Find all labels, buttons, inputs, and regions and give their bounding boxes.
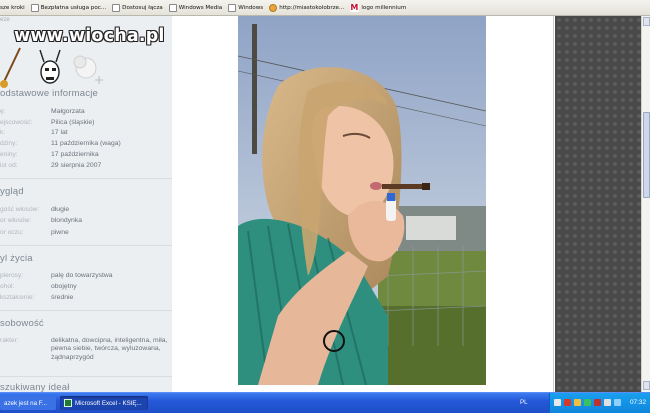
- link-kroki[interactable]: sze kroki: [0, 5, 25, 11]
- row-value: średnie: [51, 294, 74, 301]
- row-value-traits: delikatna, dowcipna, inteligentna, miła,…: [51, 337, 168, 361]
- row-label: kształcenie:: [0, 294, 35, 301]
- row-value: Małgorzata: [51, 108, 85, 115]
- vertical-scrollbar[interactable]: [641, 16, 650, 392]
- row-label: ę:: [0, 108, 6, 115]
- scroll-thumb[interactable]: [643, 112, 650, 198]
- update-icon[interactable]: [584, 399, 591, 406]
- windows-taskbar: azek jest na F... Microsoft Excel - KSIĘ…: [0, 392, 650, 413]
- profile-sidebar: eze + www.wiocha.pl odstawowe informacje…: [0, 16, 172, 392]
- link-windows-media[interactable]: Windows Media: [168, 3, 222, 12]
- taskbar-button-excel[interactable]: Microsoft Excel - KSIĘ...: [60, 396, 148, 410]
- row-label: or włosów:: [0, 217, 32, 224]
- section-title-personality: sobowość: [0, 318, 44, 329]
- language-indicator[interactable]: PL: [520, 399, 528, 406]
- links-toolbar: sze kroki Bezpłatna usługa poc... Dostos…: [0, 0, 650, 16]
- network-icon[interactable]: [554, 399, 561, 406]
- messenger-icon[interactable]: [574, 399, 581, 406]
- sidebar-tab[interactable]: eze: [0, 17, 10, 23]
- link-uslugi[interactable]: Bezpłatna usługa poc...: [30, 3, 106, 12]
- row-value: długie: [51, 206, 70, 213]
- row-label: or oczu:: [0, 229, 24, 236]
- row-label: ist od:: [0, 162, 18, 169]
- volume-icon[interactable]: [604, 399, 611, 406]
- profile-photo[interactable]: [238, 16, 486, 385]
- divider: [0, 376, 172, 377]
- divider: [0, 245, 172, 246]
- page-icon: [228, 3, 237, 12]
- divider: [0, 178, 172, 179]
- taskbar-button-browser[interactable]: azek jest na F...: [0, 396, 56, 410]
- row-label: gość włosów:: [0, 206, 40, 213]
- millennium-m-icon: M: [350, 2, 360, 12]
- row-value: 17 lat: [51, 129, 68, 136]
- row-label: ejscowość:: [0, 119, 33, 126]
- system-tray: 07:32: [549, 393, 650, 413]
- section-title-looks: ygląd: [0, 186, 24, 197]
- row-value: piwne: [51, 229, 69, 236]
- section-title-lifestyle: yl życia: [0, 253, 33, 264]
- section-title-basic: odstawowe informacje: [0, 88, 98, 99]
- link-millennium[interactable]: Mlogo millennium: [350, 2, 406, 12]
- display-icon[interactable]: [614, 399, 621, 406]
- divider: [0, 310, 172, 311]
- scroll-up-arrow-icon[interactable]: [643, 17, 650, 26]
- row-label: k:: [0, 129, 6, 136]
- row-value: Pilica (śląskie): [51, 119, 95, 126]
- clock[interactable]: 07:32: [630, 399, 646, 406]
- antivirus-icon[interactable]: [594, 399, 601, 406]
- row-value: 11 października (waga): [51, 140, 121, 147]
- row-label: rakter:: [0, 337, 19, 344]
- link-dostosuj[interactable]: Dostosuj łącza: [112, 3, 163, 12]
- row-value: 29 sierpnia 2007: [51, 162, 102, 169]
- row-value: obojętny: [51, 283, 77, 290]
- page-background-pattern: [555, 16, 641, 392]
- row-label: eniny:: [0, 151, 18, 158]
- watermark-logo: www.wiocha.pl: [14, 26, 165, 46]
- page-icon: [30, 3, 39, 12]
- row-value: blondynka: [51, 217, 82, 224]
- link-windows[interactable]: Windows: [228, 3, 263, 12]
- link-miastokolobrzeg[interactable]: http://miastokolobrze...: [269, 3, 344, 12]
- page-icon: [112, 3, 121, 12]
- scroll-down-arrow-icon[interactable]: [643, 381, 650, 390]
- excel-icon: [64, 399, 72, 407]
- page-icon: [168, 3, 177, 12]
- section-title-ideal: szukiwany ideał: [0, 382, 70, 392]
- row-label: dziny:: [0, 140, 18, 147]
- row-value: 17 października: [51, 151, 99, 158]
- row-label: ohol:: [0, 283, 15, 290]
- row-label: pierosy:: [0, 272, 24, 279]
- globe-icon: [269, 3, 278, 12]
- security-icon[interactable]: [564, 399, 571, 406]
- svg-text:+: +: [94, 73, 104, 87]
- row-value: palę do towarzystwa: [51, 272, 113, 279]
